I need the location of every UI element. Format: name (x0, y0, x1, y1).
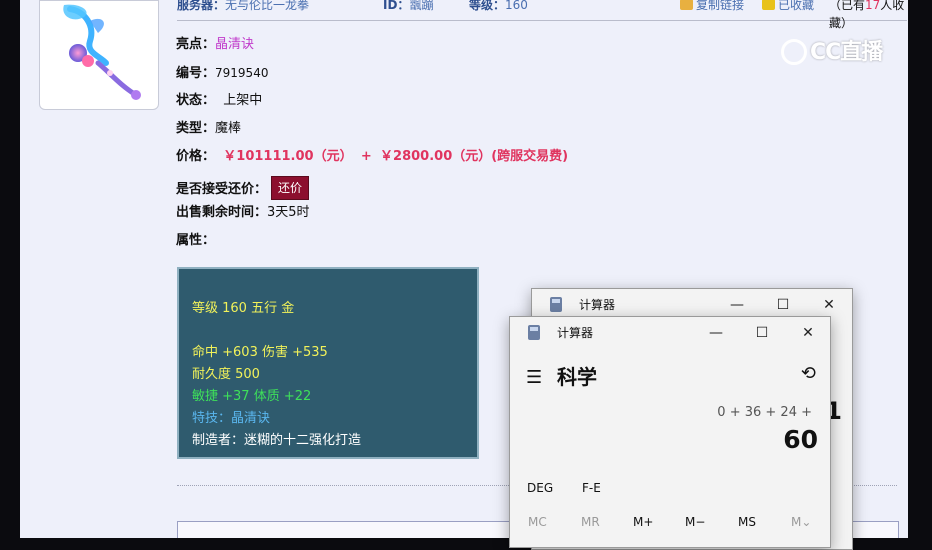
highlight-value: 晶清诀 (215, 37, 255, 52)
fe-button[interactable]: F-E (582, 481, 601, 495)
server-value: 无与伦比一龙拳 (225, 0, 310, 12)
close-button[interactable]: ✕ (814, 292, 844, 318)
wand-image-icon (63, 4, 141, 100)
price-row: 价格： ￥101111.00（元） + ￥2800.00（元）(跨服交易费) (176, 148, 568, 166)
server-label: 服务器： (177, 0, 226, 12)
calculator-back-title: 计算器 (579, 298, 616, 312)
minimize-button[interactable]: — (701, 320, 731, 346)
favorite-count-number: 17 (865, 0, 881, 12)
attr-hit-damage: 命中 +603 伤害 +535 (192, 345, 328, 360)
price-label: 价格： (176, 149, 216, 164)
fee-value: ￥2800.00（元）(跨服交易费) (380, 149, 569, 164)
level-value: 160 (505, 0, 528, 12)
attributes-label: 属性： (176, 233, 216, 248)
id-label: ID： (383, 0, 410, 12)
number-value: 7919540 (215, 66, 269, 80)
stream-watermark: CC直播 (781, 34, 883, 66)
m-minus-button[interactable]: M− (685, 515, 705, 529)
attr-maker: 制造者：迷糊的十二强化打造 (192, 433, 362, 448)
favorite-button[interactable]: 已收藏 (762, 0, 814, 14)
ms-button[interactable]: MS (738, 515, 756, 529)
highlight-row: 亮点：晶清诀 (176, 36, 254, 54)
favorite-label: 已收藏 (778, 0, 815, 12)
number-row: 编号：7919540 (176, 64, 268, 83)
listing-header: 服务器：无与伦比一龙拳 ID：飁蹦 等级：160 复制链接 已收藏 （已有17人… (177, 0, 907, 30)
maximize-button[interactable]: ☐ (747, 320, 777, 346)
attr-agility-constitution: 敏捷 +37 体质 +22 (192, 389, 312, 404)
mc-button[interactable]: MC (528, 515, 547, 529)
calculator-window[interactable]: 计算器 — ☐ ✕ ☰ 科学 ⟲ 0 + 36 + 24 + 60 DEG F-… (509, 316, 831, 548)
attr-durability: 耐久度 500 (192, 367, 260, 382)
bargain-button[interactable]: 还价 (271, 176, 310, 200)
status-value: 上架中 (223, 93, 263, 108)
id-value: 飁蹦 (409, 0, 434, 12)
calculator-expression: 0 + 36 + 24 + (717, 405, 812, 420)
favorite-count: （已有17人收藏） (829, 0, 907, 32)
calculator-result: 60 (783, 425, 818, 454)
copy-link-icon (680, 0, 693, 10)
price-plus: + (360, 149, 372, 164)
bargain-row: 是否接受还价： 还价 (176, 176, 310, 200)
attr-level-element: 等级 160 五行 金 (192, 301, 295, 316)
number-label: 编号： (176, 66, 216, 81)
calculator-app-icon (528, 325, 540, 340)
remaining-row: 出售剩余时间：3天5时 (176, 204, 310, 222)
copy-link-label: 复制链接 (696, 0, 745, 12)
copy-link-button[interactable]: 复制链接 (680, 0, 744, 14)
id-field: ID：飁蹦 (383, 0, 433, 14)
attributes-row: 属性： (176, 232, 215, 250)
close-button[interactable]: ✕ (793, 320, 823, 346)
maximize-button[interactable]: ☐ (768, 292, 798, 318)
calculator-app-icon (550, 297, 562, 312)
item-thumbnail (39, 0, 159, 110)
m-plus-button[interactable]: M+ (633, 515, 653, 529)
attr-special-skill: 特技：晶清诀 (192, 411, 271, 426)
type-row: 类型：魔棒 (176, 120, 241, 138)
watermark-text: CC直播 (810, 40, 883, 65)
highlight-label: 亮点： (176, 37, 216, 52)
memory-list-button[interactable]: M⌄ (791, 515, 811, 529)
type-value: 魔棒 (215, 121, 242, 136)
favorite-icon (762, 0, 775, 10)
history-icon[interactable]: ⟲ (801, 363, 816, 384)
calculator-title: 计算器 (557, 326, 594, 340)
calculator-titlebar[interactable]: 计算器 — ☐ ✕ (510, 317, 830, 349)
remaining-value: 3天5时 (267, 205, 310, 220)
mr-button[interactable]: MR (581, 515, 600, 529)
status-row: 状态： 上架中 (176, 92, 262, 110)
cc-logo-icon (781, 39, 807, 65)
type-label: 类型： (176, 121, 216, 136)
calculator-mode-title: 科学 (557, 365, 597, 389)
remaining-label: 出售剩余时间： (176, 205, 268, 220)
hamburger-menu-icon[interactable]: ☰ (526, 367, 542, 388)
status-label: 状态： (176, 93, 216, 108)
bargain-label: 是否接受还价： (176, 182, 268, 197)
favorite-count-prefix: （已有 (829, 0, 866, 12)
server-field: 服务器：无与伦比一龙拳 (177, 0, 309, 14)
minimize-button[interactable]: — (722, 292, 752, 318)
attributes-panel: 等级 160 五行 金 命中 +603 伤害 +535 耐久度 500 敏捷 +… (177, 267, 479, 459)
level-label: 等级： (469, 0, 506, 12)
price-value: ￥101111.00（元） (223, 149, 353, 164)
deg-button[interactable]: DEG (527, 481, 553, 495)
level-field: 等级：160 (469, 0, 528, 14)
